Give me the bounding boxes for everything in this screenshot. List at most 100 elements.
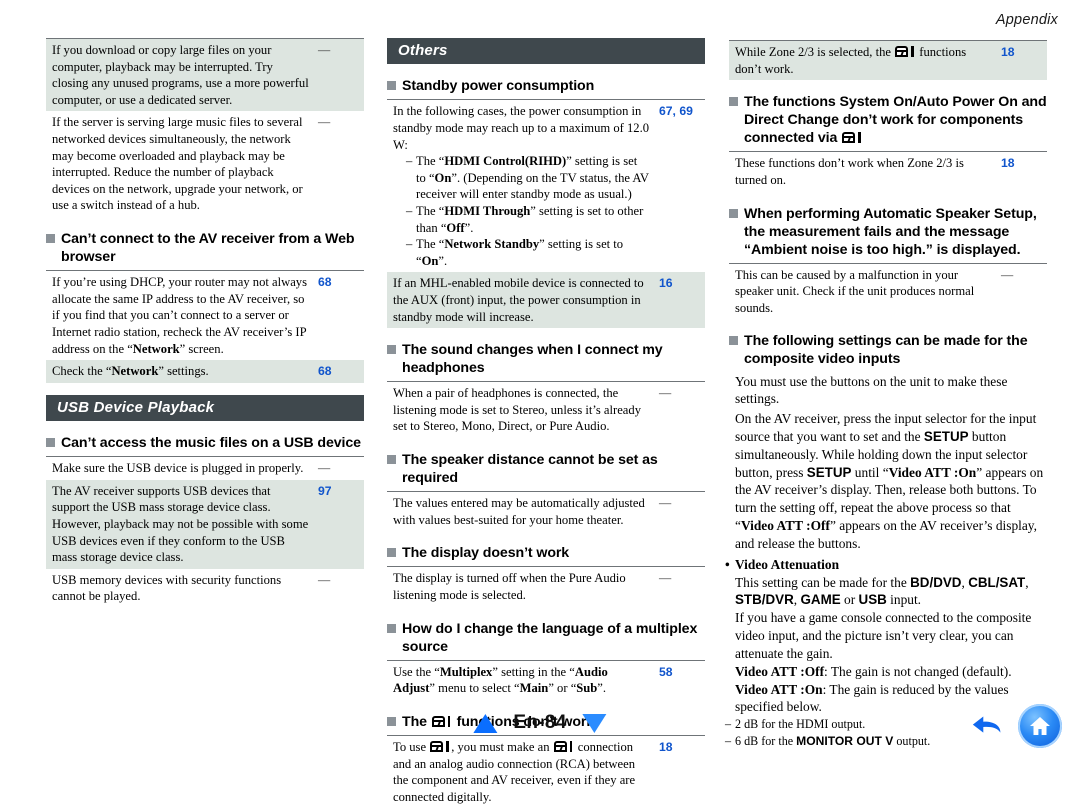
table-row: If the server is serving large music fil… — [46, 111, 364, 217]
question-heading-multiplex: How do I change the language of a multip… — [387, 620, 705, 656]
table-row: Use the “Multiplex” setting in the “Audi… — [387, 660, 705, 700]
list-item: The “HDMI Control(RIHD)” setting is set … — [406, 153, 650, 203]
footer-navigation: En-84 — [0, 704, 1080, 752]
square-bullet-icon — [729, 208, 738, 218]
page-ref[interactable]: — — [309, 569, 364, 608]
square-bullet-icon — [729, 97, 738, 107]
answer-table-web-browser: If you’re using DHCP, your router may no… — [46, 270, 364, 383]
heading-text: The functions System On/Auto Power On an… — [744, 94, 1047, 147]
video-attenuation-paragraph: If you have a game console connected to … — [735, 610, 1032, 661]
answer-table-headphones: When a pair of headphones is connected, … — [387, 381, 705, 438]
table-row: In the following cases, the power consum… — [387, 100, 705, 273]
page-ref[interactable]: — — [309, 111, 364, 217]
video-attenuation-paragraph: This setting can be made for the BD/DVD,… — [735, 574, 1029, 608]
page-ref[interactable]: — — [992, 263, 1047, 319]
table-row: While Zone 2/3 is selected, the function… — [729, 40, 1047, 81]
answer-table-system-on: These functions don’t work when Zone 2/3… — [729, 151, 1047, 191]
table-row: The values entered may be automatically … — [387, 492, 705, 532]
heading-text: The display doesn’t work — [402, 545, 570, 562]
table-row: The AV receiver supports USB devices tha… — [46, 479, 364, 569]
question-heading-composite-video: The following settings can be made for t… — [729, 332, 1047, 368]
page-ref[interactable]: 18 — [992, 41, 1047, 81]
table-row: If an MHL-enabled mobile device is conne… — [387, 272, 705, 329]
answer-table-zone-ri: While Zone 2/3 is selected, the function… — [729, 40, 1047, 81]
answer-text: These functions don’t work when Zone 2/3… — [735, 156, 964, 187]
page-ref[interactable]: — — [650, 382, 705, 438]
page-number-label: En-84 — [513, 712, 567, 733]
table-row: If you download or copy large files on y… — [46, 38, 364, 112]
standby-conditions-list: The “HDMI Control(RIHD)” setting is set … — [393, 153, 650, 269]
answer-text: Check the “Network” settings. — [52, 364, 209, 379]
square-bullet-icon — [387, 81, 396, 91]
video-attenuation-paragraph: Video ATT :Off: The gain is not changed … — [735, 663, 1012, 679]
answer-text: USB memory devices with security functio… — [52, 572, 282, 604]
page-ref[interactable]: 68 — [309, 271, 364, 361]
answer-text: If the server is serving large music fil… — [52, 115, 303, 213]
answer-text: Use the “Multiplex” setting in the “Audi… — [393, 664, 608, 696]
table-row: When a pair of headphones is connected, … — [387, 382, 705, 438]
running-head: Appendix — [995, 12, 1058, 28]
page-ref[interactable]: — — [650, 492, 705, 532]
page-ref[interactable]: 16 — [650, 272, 705, 328]
table-row: Check the “Network” settings. 68 — [46, 360, 364, 383]
square-bullet-icon — [46, 234, 55, 244]
page-ref[interactable]: 68 — [309, 360, 364, 383]
home-button[interactable] — [1018, 704, 1062, 748]
back-button[interactable] — [970, 707, 1008, 745]
column-right: While Zone 2/3 is selected, the function… — [725, 38, 1047, 749]
page-ref[interactable]: — — [309, 457, 364, 480]
ri-logo-icon — [895, 46, 915, 57]
table-row: The display is turned off when the Pure … — [387, 567, 705, 607]
heading-text: The following settings can be made for t… — [744, 333, 1028, 368]
heading-text: Can’t connect to the AV receiver from a … — [61, 231, 355, 266]
answer-table-multiplex: Use the “Multiplex” setting in the “Audi… — [387, 659, 705, 700]
heading-text: The sound changes when I connect my head… — [402, 342, 663, 377]
answer-table-usb-files: Make sure the USB device is plugged in p… — [46, 456, 364, 608]
video-attenuation-subheading: Video Attenuation — [725, 556, 1047, 574]
table-row: If you’re using DHCP, your router may no… — [46, 271, 364, 361]
table-row: This can be caused by a malfunction in y… — [729, 263, 1047, 319]
square-bullet-icon — [387, 548, 396, 558]
page-ref[interactable]: 67, 69 — [650, 100, 705, 273]
answer-table-standby-power: In the following cases, the power consum… — [387, 99, 705, 329]
question-heading-speaker-distance: The speaker distance cannot be set as re… — [387, 451, 705, 487]
answer-text: If you’re using DHCP, your router may no… — [52, 275, 307, 356]
page-ref[interactable]: — — [650, 567, 705, 607]
table-row: These functions don’t work when Zone 2/3… — [729, 152, 1047, 192]
answer-text: In the following cases, the power consum… — [387, 100, 650, 273]
next-page-arrow-icon[interactable] — [582, 713, 607, 733]
standby-intro: In the following cases, the power consum… — [393, 104, 650, 152]
ri-logo-icon — [842, 132, 862, 144]
answer-table-speaker-distance: The values entered may be automatically … — [387, 491, 705, 531]
section-bar-others: Others — [387, 38, 705, 65]
question-heading-display: The display doesn’t work — [387, 544, 705, 562]
page-ref[interactable]: 18 — [992, 152, 1047, 192]
page-ref[interactable]: 97 — [309, 480, 364, 569]
answer-text: When a pair of headphones is connected, … — [393, 386, 641, 434]
question-heading-standby-power: Standby power consumption — [387, 77, 705, 95]
heading-text: The speaker distance cannot be set as re… — [402, 452, 658, 487]
answer-text: The values entered may be automatically … — [393, 496, 645, 527]
question-heading-usb-files: Can’t access the music files on a USB de… — [46, 434, 364, 452]
square-bullet-icon — [729, 336, 738, 346]
question-heading-system-on: The functions System On/Auto Power On an… — [729, 93, 1047, 147]
answer-text: If you download or copy large files on y… — [52, 43, 309, 107]
square-bullet-icon — [387, 623, 396, 633]
nav-buttons — [970, 704, 1062, 748]
composite-paragraph: On the AV receiver, press the input sele… — [735, 411, 1044, 551]
table-row: Make sure the USB device is plugged in p… — [46, 457, 364, 480]
question-heading-auto-speaker-setup: When performing Automatic Speaker Setup,… — [729, 205, 1047, 259]
list-item: The “HDMI Through” setting is set to oth… — [406, 203, 650, 236]
question-heading-web-browser: Can’t connect to the AV receiver from a … — [46, 230, 364, 266]
square-bullet-icon — [46, 438, 55, 448]
back-arrow-icon — [972, 716, 1001, 733]
section-bar-usb-device-playback: USB Device Playback — [46, 394, 364, 422]
previous-page-arrow-icon[interactable] — [473, 713, 498, 733]
pager: En-84 — [473, 712, 607, 734]
table-row: USB memory devices with security functio… — [46, 569, 364, 608]
answer-text: This can be caused by a malfunction in y… — [735, 267, 975, 315]
page-ref[interactable]: — — [309, 39, 364, 112]
page-ref[interactable]: 58 — [650, 660, 705, 700]
answer-table-auto-speaker-setup: This can be caused by a malfunction in y… — [729, 262, 1047, 320]
composite-paragraph: You must use the buttons on the unit to … — [735, 373, 1008, 407]
